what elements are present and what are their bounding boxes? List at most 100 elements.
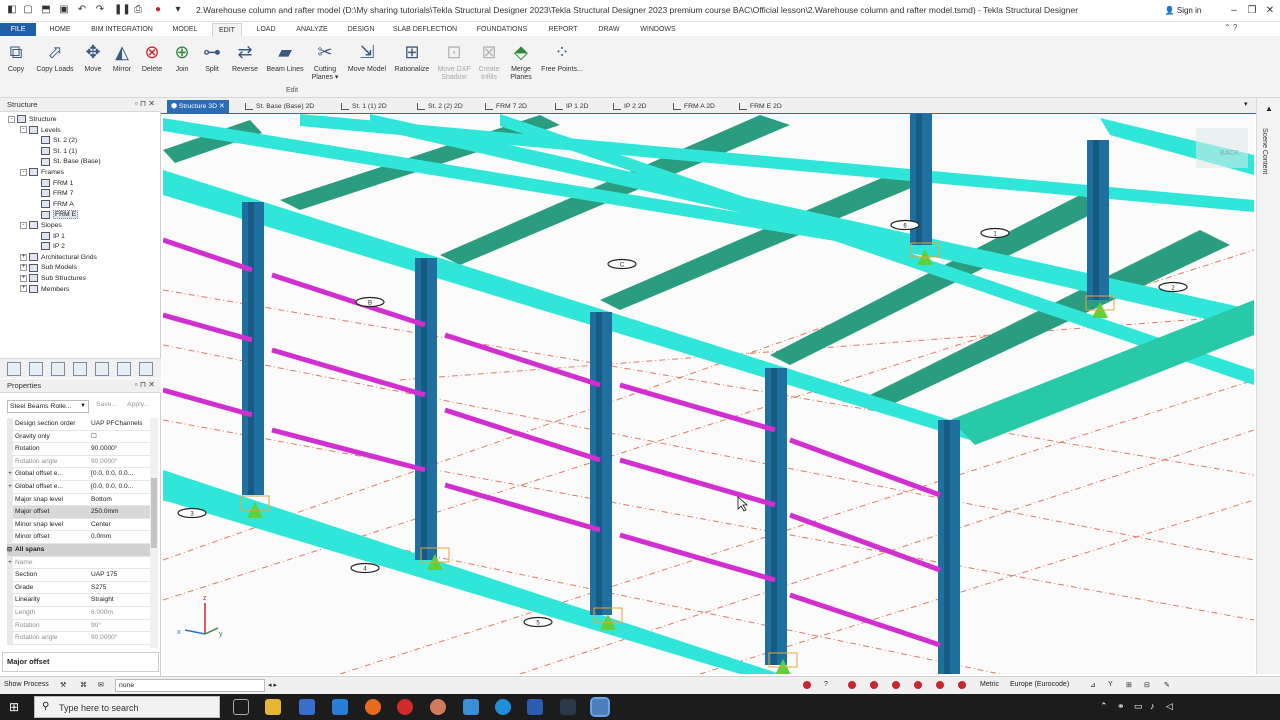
mirror-button[interactable]: ◭ Mirror: [108, 38, 136, 94]
property-row[interactable]: Section UAP 175: [7, 569, 150, 582]
status-toggle-icon[interactable]: [958, 681, 966, 689]
report-view-icon[interactable]: [139, 362, 153, 376]
property-section[interactable]: ⊟ All spans: [7, 543, 150, 557]
property-value[interactable]: [0.0, 0.0, 0.0...: [91, 481, 151, 493]
ribbon-tab-bim-integration[interactable]: BIM INTEGRATION: [86, 23, 158, 36]
scene-content-strip[interactable]: ▲ Scene Content: [1256, 98, 1280, 674]
input-nav-icon[interactable]: ◂ ▸: [268, 681, 277, 689]
expand-icon[interactable]: +: [20, 285, 27, 293]
property-row[interactable]: Major snap level Bottom: [7, 493, 151, 507]
property-row[interactable]: Gravity only ☐: [7, 430, 150, 444]
undo-icon[interactable]: ↶: [76, 4, 88, 16]
status-toggle-icon[interactable]: [892, 681, 900, 689]
cutting-planes-button[interactable]: ✂ Cutting Planes ▾: [308, 38, 342, 94]
join-button[interactable]: ⊕ Join: [168, 38, 196, 94]
levels-view-icon[interactable]: [73, 362, 87, 376]
scene-content-tab[interactable]: Scene Content: [1261, 128, 1268, 174]
status-toggle-icon[interactable]: [870, 681, 878, 689]
network-icon[interactable]: ⚭: [1117, 701, 1125, 712]
move-button[interactable]: ✥ Move: [80, 38, 106, 94]
doc-tab[interactable]: FRM A 2D: [673, 100, 715, 113]
quick-access-dropdown-icon[interactable]: ▾: [172, 4, 184, 16]
app-icon[interactable]: [463, 699, 479, 715]
structure-view-icon[interactable]: [7, 362, 21, 376]
doc-tab[interactable]: St. 2 (2) 2D: [417, 100, 463, 113]
scroll-up-icon[interactable]: ▲: [1265, 104, 1273, 113]
beam-lines-button[interactable]: ▰ Beam Lines: [264, 38, 306, 94]
panel-pin-close-icon[interactable]: ▫ ⊓ ✕: [135, 99, 155, 108]
property-row[interactable]: Rotation 90°: [7, 619, 150, 633]
ribbon-tab-file[interactable]: FILE: [0, 23, 36, 36]
filter-icon[interactable]: ⌘: [80, 681, 87, 689]
property-value[interactable]: Center: [91, 519, 151, 531]
wall-view-icon[interactable]: [95, 362, 109, 376]
sign-in-button[interactable]: 👤 Sign in: [1158, 4, 1208, 18]
ribbon-tab-draw[interactable]: DRAW: [592, 23, 626, 36]
expand-icon[interactable]: +: [20, 253, 27, 261]
tree-item[interactable]: FRM 1: [32, 178, 73, 189]
opera-icon[interactable]: [397, 699, 413, 715]
property-row[interactable]: Linearity Straight: [7, 594, 150, 607]
doc-tab[interactable]: St. 1 (1) 2D: [341, 100, 387, 113]
property-value[interactable]: Bottom: [91, 494, 151, 506]
apply-button[interactable]: Apply...: [127, 401, 149, 408]
property-row[interactable]: Major offset 250.0mm: [7, 506, 150, 519]
doc-tab[interactable]: St. Base (Base) 2D: [245, 100, 314, 113]
tree-item[interactable]: - Slopes: [20, 221, 62, 231]
ribbon-tab-slab-deflection[interactable]: SLAB DEFLECTION: [388, 23, 462, 36]
ribbon-tab-load[interactable]: LOAD: [250, 23, 282, 36]
grid-toggle-icon[interactable]: ⊞: [1126, 681, 1132, 689]
property-row[interactable]: + Global offset e... [0.0, 0.0, 0.0...: [7, 468, 150, 481]
copy-loads-button[interactable]: ⬀ Copy Loads: [32, 38, 78, 94]
groups-view-icon[interactable]: [51, 362, 65, 376]
tree-item[interactable]: + Members: [20, 284, 69, 295]
ribbon-tab-analyze[interactable]: ANALYZE: [290, 23, 334, 36]
tekla-app-icon[interactable]: [590, 697, 610, 717]
new-icon[interactable]: ▢: [22, 4, 34, 16]
volume-icon[interactable]: ◁: [1166, 701, 1173, 712]
tree-item[interactable]: FRM A: [32, 200, 74, 210]
paint-icon[interactable]: [430, 699, 446, 715]
collapse-icon[interactable]: -: [20, 168, 27, 176]
firefox-icon[interactable]: [365, 699, 381, 715]
design-code-label[interactable]: Europe (Eurocode): [1010, 681, 1069, 688]
open-icon[interactable]: ⬒: [40, 4, 52, 16]
status-toggle-icon[interactable]: [914, 681, 922, 689]
property-row[interactable]: Rotation 90.0000°: [7, 443, 150, 456]
mail-icon[interactable]: ✉: [98, 681, 104, 689]
status-toggle-icon[interactable]: [803, 681, 811, 689]
close-icon[interactable]: ✕: [1262, 3, 1278, 19]
tree-item[interactable]: St. 1 (1): [32, 147, 77, 157]
help-icon[interactable]: ?: [824, 681, 828, 688]
tree-item[interactable]: St. 2 (2): [32, 136, 77, 146]
delete-button[interactable]: ⊗ Delete: [138, 38, 166, 94]
tree-item[interactable]: + Sub Structures: [20, 274, 86, 284]
tabs-dropdown-icon[interactable]: ▾: [1244, 100, 1248, 108]
status-toggle-icon[interactable]: [848, 681, 856, 689]
collapse-icon[interactable]: -: [8, 115, 15, 123]
visual-studio-icon[interactable]: [560, 699, 576, 715]
property-row[interactable]: Grade S275: [7, 581, 151, 595]
tree-item[interactable]: FRM E: [32, 210, 79, 220]
property-row[interactable]: Design section order UAP PFChannels: [7, 418, 150, 431]
pen-icon[interactable]: ✎: [1164, 681, 1170, 689]
ribbon-tab-model[interactable]: MODEL: [166, 23, 204, 36]
property-row[interactable]: Minor snap level Center: [7, 518, 151, 532]
tree-item[interactable]: St. Base (Base): [32, 157, 101, 167]
free-points-button[interactable]: ⁘ Free Points...: [538, 38, 586, 94]
snap-icon[interactable]: ⊿: [1090, 681, 1096, 689]
ribbon-tab-windows[interactable]: WINDOWS: [634, 23, 682, 36]
tree-item[interactable]: IP 2: [32, 242, 65, 252]
expand-icon[interactable]: +: [20, 274, 27, 282]
doc-tab[interactable]: FRM 7 2D: [485, 100, 527, 113]
tree-item[interactable]: IP 1: [32, 231, 65, 242]
restore-icon[interactable]: ❐: [1244, 3, 1260, 19]
property-value[interactable]: S275: [91, 582, 151, 594]
tree-item[interactable]: + Sub Models: [20, 263, 77, 273]
ortho-icon[interactable]: ⊟: [1144, 681, 1150, 689]
ribbon-tab-design[interactable]: DESIGN: [342, 23, 380, 36]
tray-chevron-icon[interactable]: ⌃: [1100, 701, 1108, 712]
property-row[interactable]: + Name: [7, 556, 150, 570]
tools-icon[interactable]: ⚒: [60, 681, 66, 689]
structure-3d-scene[interactable]: BC123456zx yBACK: [163, 114, 1254, 674]
